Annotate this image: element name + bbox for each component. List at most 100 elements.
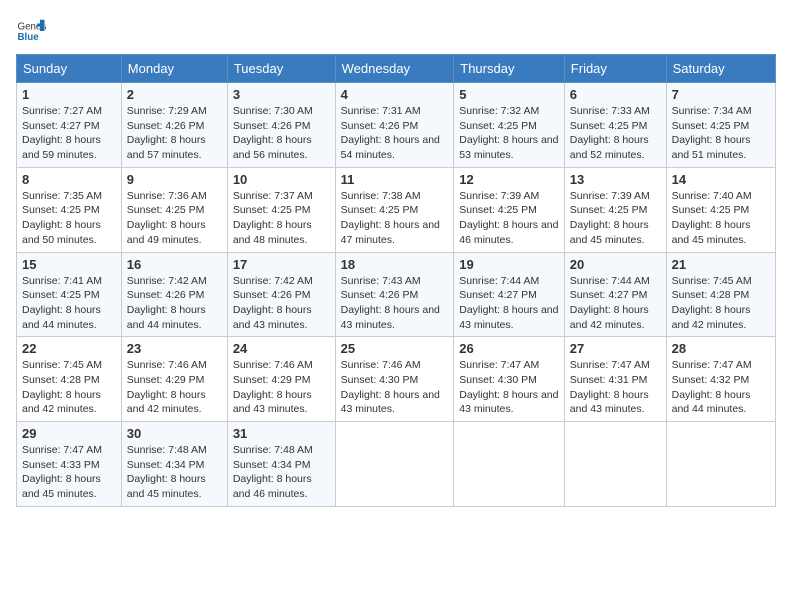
day-detail: Sunrise: 7:31 AMSunset: 4:26 PMDaylight:…: [341, 105, 440, 161]
day-number: 24: [233, 341, 330, 356]
day-detail: Sunrise: 7:46 AMSunset: 4:29 PMDaylight:…: [233, 359, 313, 415]
calendar-cell: 31 Sunrise: 7:48 AMSunset: 4:34 PMDaylig…: [227, 422, 335, 507]
day-number: 11: [341, 172, 449, 187]
day-number: 19: [459, 257, 559, 272]
day-detail: Sunrise: 7:44 AMSunset: 4:27 PMDaylight:…: [570, 275, 650, 331]
calendar-cell: 2 Sunrise: 7:29 AMSunset: 4:26 PMDayligh…: [121, 83, 227, 168]
header-friday: Friday: [564, 55, 666, 83]
calendar-cell: 19 Sunrise: 7:44 AMSunset: 4:27 PMDaylig…: [454, 252, 565, 337]
header-tuesday: Tuesday: [227, 55, 335, 83]
calendar-cell: 3 Sunrise: 7:30 AMSunset: 4:26 PMDayligh…: [227, 83, 335, 168]
day-number: 10: [233, 172, 330, 187]
calendar-cell: 11 Sunrise: 7:38 AMSunset: 4:25 PMDaylig…: [335, 167, 454, 252]
calendar-cell: 14 Sunrise: 7:40 AMSunset: 4:25 PMDaylig…: [666, 167, 775, 252]
day-number: 8: [22, 172, 116, 187]
day-number: 16: [127, 257, 222, 272]
calendar-cell: [666, 422, 775, 507]
calendar-cell: 27 Sunrise: 7:47 AMSunset: 4:31 PMDaylig…: [564, 337, 666, 422]
header-saturday: Saturday: [666, 55, 775, 83]
calendar-cell: 15 Sunrise: 7:41 AMSunset: 4:25 PMDaylig…: [17, 252, 122, 337]
day-detail: Sunrise: 7:45 AMSunset: 4:28 PMDaylight:…: [22, 359, 102, 415]
day-detail: Sunrise: 7:37 AMSunset: 4:25 PMDaylight:…: [233, 190, 313, 246]
svg-text:Blue: Blue: [18, 32, 40, 43]
day-number: 12: [459, 172, 559, 187]
logo-icon: General Blue: [16, 16, 46, 46]
calendar-cell: 25 Sunrise: 7:46 AMSunset: 4:30 PMDaylig…: [335, 337, 454, 422]
day-number: 14: [672, 172, 770, 187]
day-number: 28: [672, 341, 770, 356]
day-detail: Sunrise: 7:36 AMSunset: 4:25 PMDaylight:…: [127, 190, 207, 246]
calendar-cell: [564, 422, 666, 507]
day-detail: Sunrise: 7:29 AMSunset: 4:26 PMDaylight:…: [127, 105, 207, 161]
calendar-week-row: 15 Sunrise: 7:41 AMSunset: 4:25 PMDaylig…: [17, 252, 776, 337]
calendar-cell: 21 Sunrise: 7:45 AMSunset: 4:28 PMDaylig…: [666, 252, 775, 337]
day-number: 6: [570, 87, 661, 102]
header-thursday: Thursday: [454, 55, 565, 83]
day-detail: Sunrise: 7:47 AMSunset: 4:33 PMDaylight:…: [22, 444, 102, 500]
day-detail: Sunrise: 7:33 AMSunset: 4:25 PMDaylight:…: [570, 105, 650, 161]
calendar-cell: 30 Sunrise: 7:48 AMSunset: 4:34 PMDaylig…: [121, 422, 227, 507]
calendar-cell: 10 Sunrise: 7:37 AMSunset: 4:25 PMDaylig…: [227, 167, 335, 252]
calendar-header-row: SundayMondayTuesdayWednesdayThursdayFrid…: [17, 55, 776, 83]
day-number: 7: [672, 87, 770, 102]
calendar-cell: [335, 422, 454, 507]
day-number: 26: [459, 341, 559, 356]
calendar-cell: 22 Sunrise: 7:45 AMSunset: 4:28 PMDaylig…: [17, 337, 122, 422]
calendar-cell: 18 Sunrise: 7:43 AMSunset: 4:26 PMDaylig…: [335, 252, 454, 337]
day-detail: Sunrise: 7:34 AMSunset: 4:25 PMDaylight:…: [672, 105, 752, 161]
calendar-cell: 24 Sunrise: 7:46 AMSunset: 4:29 PMDaylig…: [227, 337, 335, 422]
day-detail: Sunrise: 7:48 AMSunset: 4:34 PMDaylight:…: [127, 444, 207, 500]
day-detail: Sunrise: 7:48 AMSunset: 4:34 PMDaylight:…: [233, 444, 313, 500]
calendar-cell: [454, 422, 565, 507]
day-number: 21: [672, 257, 770, 272]
calendar-table: SundayMondayTuesdayWednesdayThursdayFrid…: [16, 54, 776, 507]
day-detail: Sunrise: 7:32 AMSunset: 4:25 PMDaylight:…: [459, 105, 558, 161]
day-detail: Sunrise: 7:40 AMSunset: 4:25 PMDaylight:…: [672, 190, 752, 246]
calendar-cell: 5 Sunrise: 7:32 AMSunset: 4:25 PMDayligh…: [454, 83, 565, 168]
header-sunday: Sunday: [17, 55, 122, 83]
day-number: 1: [22, 87, 116, 102]
calendar-cell: 6 Sunrise: 7:33 AMSunset: 4:25 PMDayligh…: [564, 83, 666, 168]
calendar-cell: 7 Sunrise: 7:34 AMSunset: 4:25 PMDayligh…: [666, 83, 775, 168]
calendar-cell: 20 Sunrise: 7:44 AMSunset: 4:27 PMDaylig…: [564, 252, 666, 337]
day-detail: Sunrise: 7:43 AMSunset: 4:26 PMDaylight:…: [341, 275, 440, 331]
calendar-cell: 17 Sunrise: 7:42 AMSunset: 4:26 PMDaylig…: [227, 252, 335, 337]
day-detail: Sunrise: 7:38 AMSunset: 4:25 PMDaylight:…: [341, 190, 440, 246]
calendar-cell: 16 Sunrise: 7:42 AMSunset: 4:26 PMDaylig…: [121, 252, 227, 337]
day-detail: Sunrise: 7:46 AMSunset: 4:30 PMDaylight:…: [341, 359, 440, 415]
day-detail: Sunrise: 7:44 AMSunset: 4:27 PMDaylight:…: [459, 275, 558, 331]
day-number: 29: [22, 426, 116, 441]
calendar-week-row: 1 Sunrise: 7:27 AMSunset: 4:27 PMDayligh…: [17, 83, 776, 168]
day-number: 18: [341, 257, 449, 272]
day-number: 9: [127, 172, 222, 187]
day-number: 17: [233, 257, 330, 272]
calendar-week-row: 22 Sunrise: 7:45 AMSunset: 4:28 PMDaylig…: [17, 337, 776, 422]
day-detail: Sunrise: 7:45 AMSunset: 4:28 PMDaylight:…: [672, 275, 752, 331]
calendar-cell: 29 Sunrise: 7:47 AMSunset: 4:33 PMDaylig…: [17, 422, 122, 507]
day-number: 25: [341, 341, 449, 356]
day-detail: Sunrise: 7:35 AMSunset: 4:25 PMDaylight:…: [22, 190, 102, 246]
calendar-cell: 13 Sunrise: 7:39 AMSunset: 4:25 PMDaylig…: [564, 167, 666, 252]
day-number: 3: [233, 87, 330, 102]
day-number: 31: [233, 426, 330, 441]
day-detail: Sunrise: 7:41 AMSunset: 4:25 PMDaylight:…: [22, 275, 102, 331]
calendar-cell: 26 Sunrise: 7:47 AMSunset: 4:30 PMDaylig…: [454, 337, 565, 422]
day-detail: Sunrise: 7:27 AMSunset: 4:27 PMDaylight:…: [22, 105, 102, 161]
logo: General Blue: [16, 16, 46, 46]
header-wednesday: Wednesday: [335, 55, 454, 83]
header-monday: Monday: [121, 55, 227, 83]
day-detail: Sunrise: 7:39 AMSunset: 4:25 PMDaylight:…: [570, 190, 650, 246]
day-detail: Sunrise: 7:30 AMSunset: 4:26 PMDaylight:…: [233, 105, 313, 161]
day-number: 20: [570, 257, 661, 272]
calendar-cell: 28 Sunrise: 7:47 AMSunset: 4:32 PMDaylig…: [666, 337, 775, 422]
calendar-week-row: 29 Sunrise: 7:47 AMSunset: 4:33 PMDaylig…: [17, 422, 776, 507]
day-number: 2: [127, 87, 222, 102]
day-number: 4: [341, 87, 449, 102]
day-detail: Sunrise: 7:46 AMSunset: 4:29 PMDaylight:…: [127, 359, 207, 415]
calendar-cell: 8 Sunrise: 7:35 AMSunset: 4:25 PMDayligh…: [17, 167, 122, 252]
calendar-cell: 4 Sunrise: 7:31 AMSunset: 4:26 PMDayligh…: [335, 83, 454, 168]
calendar-cell: 1 Sunrise: 7:27 AMSunset: 4:27 PMDayligh…: [17, 83, 122, 168]
day-detail: Sunrise: 7:42 AMSunset: 4:26 PMDaylight:…: [127, 275, 207, 331]
day-number: 23: [127, 341, 222, 356]
day-detail: Sunrise: 7:47 AMSunset: 4:31 PMDaylight:…: [570, 359, 650, 415]
